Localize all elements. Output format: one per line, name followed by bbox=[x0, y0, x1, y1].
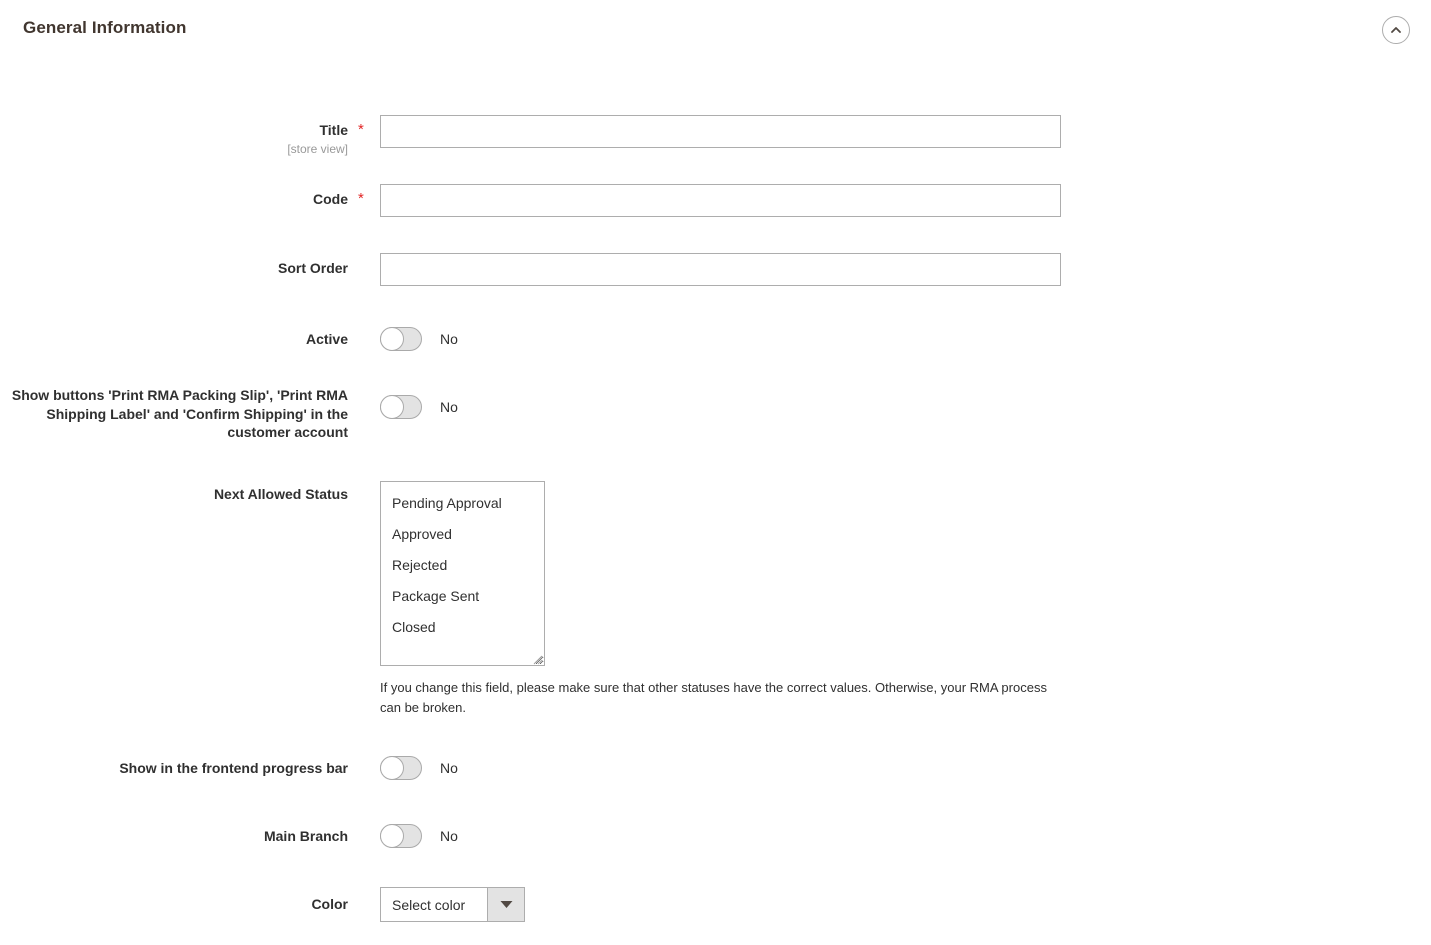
show-buttons-toggle[interactable] bbox=[380, 395, 422, 419]
show-progress-bar-label: Show in the frontend progress bar bbox=[0, 759, 348, 778]
section-header: General Information bbox=[0, 0, 1431, 62]
caret-down-icon[interactable] bbox=[487, 888, 524, 921]
main-branch-label: Main Branch bbox=[0, 827, 348, 846]
multiselect-option[interactable]: Pending Approval bbox=[381, 488, 544, 519]
multiselect-option[interactable]: Closed bbox=[381, 612, 544, 643]
show-progress-bar-toggle[interactable] bbox=[380, 756, 422, 780]
chevron-up-circle-icon bbox=[1388, 22, 1404, 38]
code-required-marker: * bbox=[358, 190, 364, 208]
color-select-value: Select color bbox=[381, 888, 487, 921]
active-toggle-state: No bbox=[440, 327, 458, 351]
active-toggle-knob bbox=[380, 327, 404, 351]
main-branch-toggle-state: No bbox=[440, 824, 458, 848]
show-progress-bar-toggle-wrap: No bbox=[380, 756, 458, 780]
main-branch-toggle-wrap: No bbox=[380, 824, 458, 848]
page-title: General Information bbox=[23, 18, 186, 38]
active-label: Active bbox=[0, 330, 348, 349]
multiselect-option[interactable]: Rejected bbox=[381, 550, 544, 581]
title-required-marker: * bbox=[358, 121, 364, 139]
show-buttons-toggle-wrap: No bbox=[380, 395, 458, 419]
show-buttons-toggle-knob bbox=[380, 395, 404, 419]
title-scope-note: [store view] bbox=[0, 141, 348, 157]
main-branch-toggle[interactable] bbox=[380, 824, 422, 848]
multiselect-option[interactable]: Approved bbox=[381, 519, 544, 550]
main-branch-toggle-knob bbox=[380, 824, 404, 848]
show-progress-bar-toggle-state: No bbox=[440, 756, 458, 780]
color-label: Color bbox=[0, 895, 348, 914]
title-input[interactable] bbox=[380, 115, 1061, 148]
title-label: Title [store view] bbox=[0, 121, 348, 157]
next-allowed-status-label: Next Allowed Status bbox=[0, 485, 348, 504]
collapse-section-button[interactable] bbox=[1382, 16, 1410, 44]
multiselect-option[interactable]: Package Sent bbox=[381, 581, 544, 612]
next-allowed-status-help-text: If you change this field, please make su… bbox=[380, 678, 1052, 718]
sort-order-label: Sort Order bbox=[0, 259, 348, 278]
resize-handle-icon[interactable] bbox=[531, 652, 543, 664]
code-label: Code bbox=[0, 190, 348, 209]
code-input[interactable] bbox=[380, 184, 1061, 217]
next-allowed-status-multiselect[interactable]: Pending Approval Approved Rejected Packa… bbox=[380, 481, 545, 666]
active-toggle[interactable] bbox=[380, 327, 422, 351]
sort-order-input[interactable] bbox=[380, 253, 1061, 286]
active-toggle-wrap: No bbox=[380, 327, 458, 351]
show-progress-bar-toggle-knob bbox=[380, 756, 404, 780]
show-buttons-toggle-state: No bbox=[440, 395, 458, 419]
show-buttons-label: Show buttons 'Print RMA Packing Slip', '… bbox=[0, 386, 348, 442]
color-select[interactable]: Select color bbox=[380, 887, 525, 922]
